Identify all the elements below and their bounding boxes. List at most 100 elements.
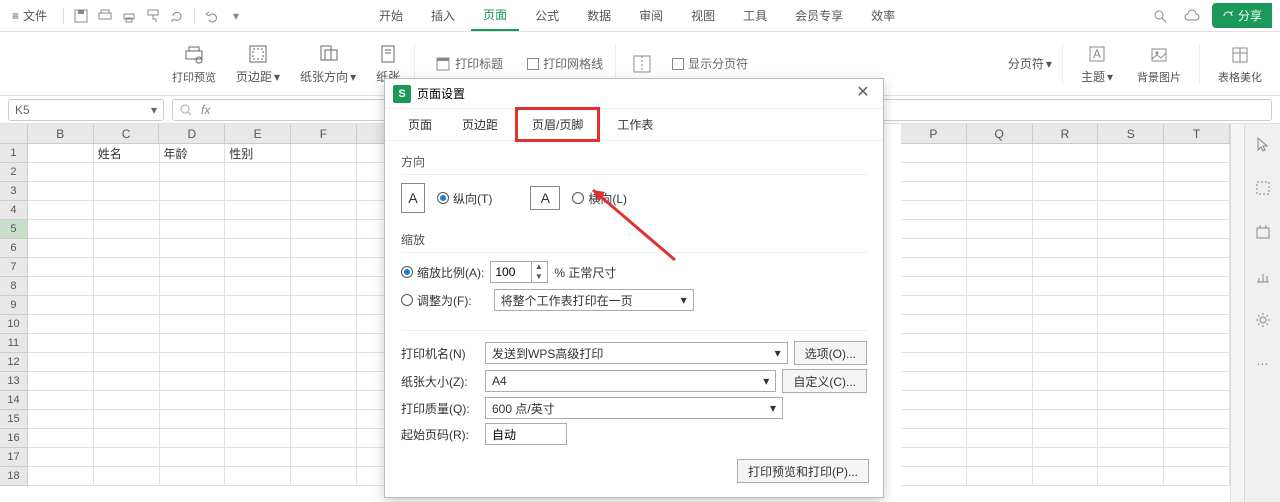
cell[interactable] [225, 448, 291, 467]
dialog-tab-margins[interactable]: 页边距 [447, 109, 513, 140]
cell[interactable] [967, 467, 1033, 486]
cell[interactable] [28, 410, 94, 429]
cell[interactable] [967, 372, 1033, 391]
sync-icon[interactable] [1251, 220, 1275, 244]
cell[interactable] [901, 410, 967, 429]
cell[interactable] [160, 334, 226, 353]
cell[interactable] [901, 467, 967, 486]
tab-page[interactable]: 页面 [471, 0, 519, 31]
cell[interactable] [28, 258, 94, 277]
cell[interactable] [1033, 315, 1099, 334]
start-page-input[interactable] [485, 423, 567, 445]
cell[interactable] [28, 391, 94, 410]
row-header[interactable]: 17 [0, 448, 28, 467]
cell[interactable] [94, 182, 160, 201]
cell[interactable] [94, 201, 160, 220]
cell[interactable] [1164, 144, 1230, 163]
cell[interactable] [160, 467, 226, 486]
cell[interactable] [1164, 201, 1230, 220]
cursor-icon[interactable] [1251, 132, 1275, 156]
cell[interactable] [28, 201, 94, 220]
share-button[interactable]: 分享 [1212, 3, 1272, 28]
row-header[interactable]: 5 [0, 220, 28, 239]
cell[interactable] [1033, 220, 1099, 239]
row-header[interactable]: 15 [0, 410, 28, 429]
cell[interactable] [291, 182, 357, 201]
cell[interactable] [1098, 467, 1164, 486]
cell[interactable] [1164, 334, 1230, 353]
cell[interactable] [1033, 258, 1099, 277]
tab-member[interactable]: 会员专享 [783, 1, 855, 30]
close-icon[interactable]: ✕ [851, 82, 875, 106]
cell[interactable] [1098, 353, 1164, 372]
cell[interactable] [28, 220, 94, 239]
cell[interactable] [1098, 258, 1164, 277]
cell[interactable] [901, 315, 967, 334]
ribbon-page-breaks[interactable]: 分页符▾ [998, 55, 1054, 72]
cell[interactable] [967, 315, 1033, 334]
row-header[interactable]: 8 [0, 277, 28, 296]
dialog-tab-sheet[interactable]: 工作表 [602, 109, 668, 140]
cell[interactable] [94, 334, 160, 353]
cell[interactable] [1098, 220, 1164, 239]
cloud-icon[interactable] [1180, 4, 1204, 28]
tab-view[interactable]: 视图 [679, 1, 727, 30]
ribbon-show-page-breaks[interactable]: 显示分页符 [664, 55, 756, 72]
cell[interactable] [94, 315, 160, 334]
custom-button[interactable]: 自定义(C)... [782, 369, 867, 393]
col-header[interactable]: R [1033, 124, 1099, 144]
print-preview-and-print-button[interactable]: 打印预览和打印(P)... [737, 459, 869, 483]
refresh-icon[interactable] [166, 5, 188, 27]
cell[interactable] [1098, 144, 1164, 163]
cell[interactable] [225, 277, 291, 296]
cell[interactable] [160, 372, 226, 391]
dialog-tab-page[interactable]: 页面 [393, 109, 447, 140]
cell[interactable] [967, 296, 1033, 315]
name-box[interactable]: K5 ▾ [8, 99, 164, 121]
cell[interactable]: 姓名 [94, 144, 160, 163]
cell[interactable] [901, 277, 967, 296]
col-header[interactable]: T [1164, 124, 1230, 144]
row-header[interactable]: 3 [0, 182, 28, 201]
cell[interactable] [94, 258, 160, 277]
ribbon-print-title[interactable]: 打印标题 [427, 55, 511, 72]
zoom-value-input[interactable] [491, 265, 531, 279]
cell[interactable] [1098, 201, 1164, 220]
ribbon-margins[interactable]: 页边距▾ [226, 42, 290, 85]
cell[interactable] [28, 144, 94, 163]
cell[interactable] [1164, 353, 1230, 372]
cell[interactable] [225, 410, 291, 429]
col-header[interactable]: D [159, 124, 225, 144]
ribbon-print-gridlines[interactable]: 打印网格线 [519, 55, 611, 72]
cell[interactable] [160, 239, 226, 258]
cell[interactable] [225, 353, 291, 372]
zoom-spinner[interactable]: ▲▼ [490, 261, 548, 283]
cell[interactable] [1098, 391, 1164, 410]
landscape-radio[interactable]: 横向(L) [572, 190, 627, 207]
cell[interactable] [901, 201, 967, 220]
cell[interactable] [94, 296, 160, 315]
cell[interactable] [1033, 144, 1099, 163]
col-header[interactable]: F [291, 124, 357, 144]
cell[interactable] [901, 258, 967, 277]
cell[interactable] [160, 353, 226, 372]
cell[interactable] [1033, 410, 1099, 429]
cell[interactable] [291, 163, 357, 182]
row-header[interactable]: 18 [0, 467, 28, 486]
cell[interactable]: 性别 [225, 144, 291, 163]
cell[interactable] [160, 429, 226, 448]
cell[interactable] [1164, 220, 1230, 239]
cell[interactable] [160, 448, 226, 467]
cell[interactable] [1164, 239, 1230, 258]
portrait-radio[interactable]: 纵向(T) [437, 190, 492, 207]
row-header[interactable]: 2 [0, 163, 28, 182]
tab-data[interactable]: 数据 [575, 1, 623, 30]
cell[interactable] [967, 220, 1033, 239]
ribbon-bg-image[interactable]: 背景图片 [1127, 43, 1191, 85]
cell[interactable] [225, 334, 291, 353]
cell[interactable] [1098, 163, 1164, 182]
cell[interactable] [291, 391, 357, 410]
cell[interactable] [1033, 296, 1099, 315]
cell[interactable] [1033, 467, 1099, 486]
ribbon-paper-orient[interactable]: 纸张方向▾ [290, 42, 366, 85]
